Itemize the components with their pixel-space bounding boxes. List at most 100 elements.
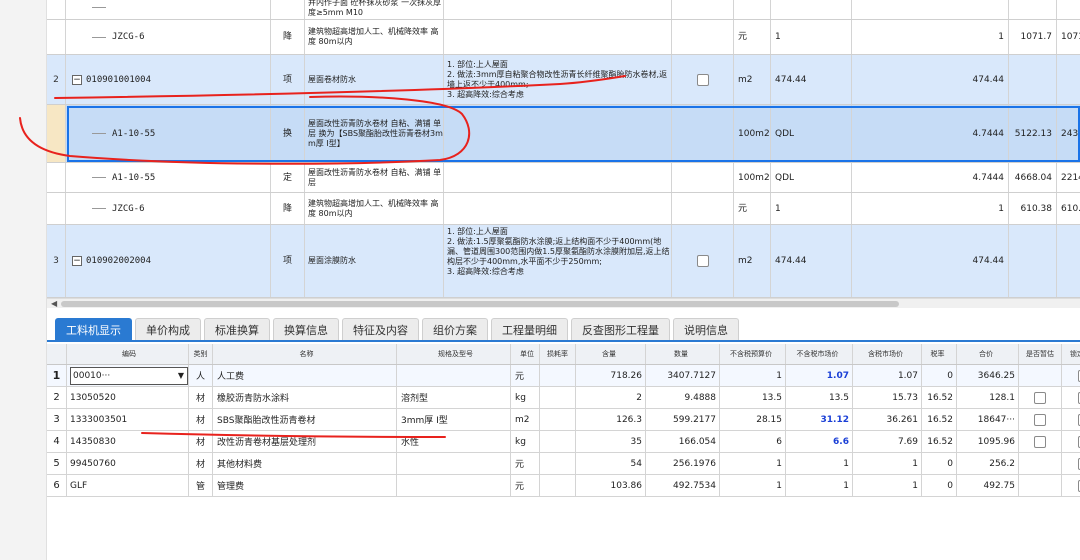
resource-budget-price: 1: [720, 475, 786, 496]
resource-code: 99450760: [67, 453, 189, 474]
col-header[interactable]: 损耗率: [540, 344, 576, 364]
item-checkbox[interactable]: [696, 73, 709, 86]
col-header[interactable]: 单位: [511, 344, 540, 364]
resource-market-price[interactable]: 1.07: [786, 365, 853, 386]
resource-sum: 1095.96: [957, 431, 1019, 452]
resource-code: GLF: [67, 475, 189, 496]
resource-sum: 128.1: [957, 387, 1019, 408]
tab-reverse-graphic-quantity[interactable]: 反查图形工程量: [571, 318, 670, 340]
col-header[interactable]: 含量: [576, 344, 646, 364]
table-row[interactable]: 1 00010··· ▼ 人 人工费 元 718.26 3407.7127 1 1…: [47, 365, 1080, 387]
col-header[interactable]: 编码: [67, 344, 189, 364]
item-name: 屋面涂膜防水: [305, 225, 444, 297]
tab-unit-price-composition[interactable]: 单价构成: [135, 318, 201, 340]
item-name: 屋面改性沥青防水卷材 自粘、满铺 单层 换为【SBS聚酯胎改性沥青卷材3mm厚 …: [305, 105, 444, 162]
item-expr: QDL: [771, 163, 852, 192]
resource-spec: [397, 365, 511, 386]
table-row[interactable]: JZCG-6 降 建筑物超高增加人工、机械降效率 高度 80m以内 元 1 1 …: [47, 20, 1080, 55]
item-code: A1-10-55: [112, 172, 156, 183]
col-header[interactable]: 不含税市场价: [786, 344, 853, 364]
scroll-left-icon[interactable]: ◀: [51, 299, 57, 309]
table-row[interactable]: 5 99450760 材 其他材料费 元 54 256.1976 1 1 1 0…: [47, 453, 1080, 475]
resource-code: 14350830: [67, 431, 189, 452]
table-row[interactable]: A1-10-55 定 屋面改性沥青防水卷材 自粘、满铺 单层 100m2 QDL…: [47, 163, 1080, 193]
resource-market-price[interactable]: 6.6: [786, 431, 853, 452]
resource-type: 材: [189, 409, 213, 430]
table-row-parent[interactable]: 2 −010901001004 项 屋面卷材防水 1. 部位:上人屋面 2. 做…: [47, 55, 1080, 105]
tab-description-info[interactable]: 说明信息: [673, 318, 739, 340]
tab-conversion-info[interactable]: 换算信息: [273, 318, 339, 340]
resource-qty: 256.1976: [646, 453, 720, 474]
table-row[interactable]: 2 13050520 材 橡胶沥青防水涂料 溶剂型 kg 2 9.4888 13…: [47, 387, 1080, 409]
code-dropdown[interactable]: 00010··· ▼: [70, 366, 188, 385]
resource-market-price[interactable]: 1: [786, 475, 853, 496]
resource-tax-rate: 16.52: [922, 431, 957, 452]
tab-labor-material-machine[interactable]: 工料机显示: [55, 318, 132, 340]
col-header[interactable]: 税率: [922, 344, 957, 364]
tab-features-content[interactable]: 特征及内容: [342, 318, 419, 340]
item-code: 010901001004: [86, 74, 152, 85]
row-index: 3: [47, 225, 66, 297]
row-index: 4: [47, 431, 67, 452]
resource-tax-rate: 16.52: [922, 387, 957, 408]
resource-loss: [540, 431, 576, 452]
table-row[interactable]: 井内作子面 砼杯抹灰砂浆 一次抹灰厚度≥5mm M10: [47, 0, 1080, 20]
resource-type: 材: [189, 431, 213, 452]
provisional-checkbox[interactable]: [1034, 435, 1046, 448]
scrollbar-thumb[interactable]: [61, 301, 899, 307]
resource-loss: [540, 409, 576, 430]
resource-market-price[interactable]: 13.5: [786, 387, 853, 408]
table-row[interactable]: JZCG-6 降 建筑物超高增加人工、机械降效率 高度 80m以内 元 1 1 …: [47, 193, 1080, 225]
resource-market-price[interactable]: 1: [786, 453, 853, 474]
provisional-checkbox[interactable]: [1034, 391, 1046, 404]
resource-qty: 166.054: [646, 431, 720, 452]
resource-content: 35: [576, 431, 646, 452]
tab-standard-conversion[interactable]: 标准换算: [204, 318, 270, 340]
row-index: 5: [47, 453, 67, 474]
item-checkbox[interactable]: [696, 255, 709, 267]
resource-name: 改性沥青卷材基层处理剂: [213, 431, 397, 452]
item-expr: 1: [771, 20, 852, 54]
table-row[interactable]: 4 14350830 材 改性沥青卷材基层处理剂 水性 kg 35 166.05…: [47, 431, 1080, 453]
resource-grid: 编码 类别 名称 规格及型号 单位 损耗率 含量 数量 不含税预算价 不含税市场…: [47, 344, 1080, 504]
col-header[interactable]: 合价: [957, 344, 1019, 364]
col-header[interactable]: 规格及型号: [397, 344, 511, 364]
col-header[interactable]: 类别: [189, 344, 213, 364]
item-code: JZCG-6: [112, 32, 145, 42]
bill-items-grid: 井内作子面 砼杯抹灰砂浆 一次抹灰厚度≥5mm M10 JZCG-6 降 建筑物…: [47, 0, 1080, 298]
collapse-icon[interactable]: −: [72, 74, 82, 85]
col-header[interactable]: 名称: [213, 344, 397, 364]
item-name: 井内作子面 砼杯抹灰砂浆 一次抹灰厚度≥5mm M10: [305, 0, 444, 19]
col-header[interactable]: 含税市场价: [853, 344, 922, 364]
resource-unit: 元: [511, 453, 540, 474]
item-price: 610.38: [1009, 193, 1057, 224]
table-row-parent[interactable]: 3 −010902002004 项 屋面涂膜防水 1. 部位:上人屋面 2. 做…: [47, 225, 1080, 298]
resource-qty: 3407.7127: [646, 365, 720, 386]
resource-taxed-price: 15.73: [853, 387, 922, 408]
col-header[interactable]: 锁定数量: [1062, 344, 1080, 364]
resource-market-price[interactable]: 31.12: [786, 409, 853, 430]
collapse-icon[interactable]: −: [72, 256, 82, 266]
col-header[interactable]: 是否暂估: [1019, 344, 1062, 364]
provisional-checkbox[interactable]: [1034, 413, 1046, 426]
col-header[interactable]: 数量: [646, 344, 720, 364]
resource-spec: 溶剂型: [397, 387, 511, 408]
item-unit: m2: [734, 225, 771, 297]
item-description: 1. 部位:上人屋面 2. 做法:1.5厚聚氨酯防水涂膜;返上结构面不少于400…: [444, 225, 672, 297]
table-row-active[interactable]: A1-10-55 换 屋面改性沥青防水卷材 自粘、满铺 单层 换为【SBS聚酯胎…: [47, 105, 1080, 163]
item-category: 项: [271, 225, 305, 297]
resource-budget-price: 1: [720, 453, 786, 474]
table-row[interactable]: 6 GLF 管 管理费 元 103.86 492.7534 1 1 1 0 49…: [47, 475, 1080, 497]
resource-type: 管: [189, 475, 213, 496]
col-header[interactable]: 不含税预算价: [720, 344, 786, 364]
resource-content: 2: [576, 387, 646, 408]
item-expr: QDL: [771, 105, 852, 162]
tab-quantity-detail[interactable]: 工程量明细: [491, 318, 568, 340]
resource-qty: 9.4888: [646, 387, 720, 408]
table-row[interactable]: 3 1333003501 材 SBS聚酯胎改性沥青卷材 3mm厚 I型 m2 1…: [47, 409, 1080, 431]
tab-pricing-scheme[interactable]: 组价方案: [422, 318, 488, 340]
chevron-down-icon[interactable]: ▼: [178, 371, 184, 380]
left-gutter: [0, 0, 47, 560]
horizontal-scrollbar[interactable]: ◀: [47, 298, 1080, 308]
resource-code: 00010···: [73, 370, 111, 381]
